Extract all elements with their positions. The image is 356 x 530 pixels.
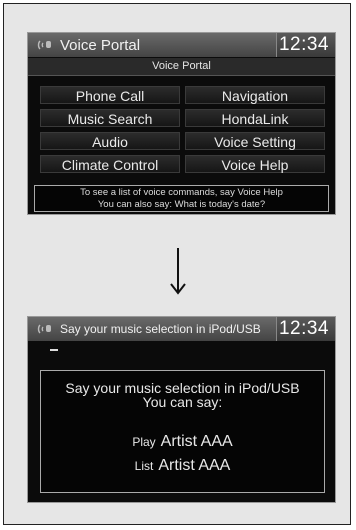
hint-box: To see a list of voice commands, say Voi… [34, 185, 329, 212]
message-line-2: You can say: [142, 394, 223, 410]
hint-line-2: You can also say: What is today's date? [97, 199, 266, 210]
title-bar: Voice Portal 12:34 [28, 33, 335, 57]
title-tab: Say your music selection in iPod/USB [28, 317, 277, 341]
example-command: List Artist AAA [41, 457, 324, 475]
screen-title: Say your music selection in iPod/USB [60, 322, 261, 336]
message-text: Say your music selection in iPod/USB You… [41, 381, 324, 409]
message-line-1: Say your music selection in iPod/USB [65, 380, 300, 396]
example-verb: Play [132, 435, 156, 449]
title-bar: Say your music selection in iPod/USB 12:… [28, 317, 335, 341]
audio-button[interactable]: Audio [40, 132, 180, 150]
example-object: Artist AAA [160, 433, 233, 450]
clock: 12:34 [278, 318, 329, 339]
screen-title: Voice Portal [60, 36, 141, 54]
hondalink-button[interactable]: HondaLink [185, 109, 325, 127]
hint-line-1: To see a list of voice commands, say Voi… [80, 187, 283, 198]
music-search-button[interactable]: Music Search [40, 109, 180, 127]
example-verb: List [134, 459, 154, 473]
climate-control-button[interactable]: Climate Control [40, 155, 180, 173]
command-grid: Phone Call Navigation Music Search Honda… [40, 86, 325, 173]
music-selection-screen: Say your music selection in iPod/USB 12:… [27, 316, 336, 503]
example-object: Artist AAA [158, 457, 231, 474]
navigation-button[interactable]: Navigation [185, 86, 325, 104]
voice-help-button[interactable]: Voice Help [185, 155, 325, 173]
clock: 12:34 [278, 34, 329, 55]
title-tab: Voice Portal [28, 33, 277, 57]
phone-call-button[interactable]: Phone Call [40, 86, 180, 104]
voice-setting-button[interactable]: Voice Setting [185, 132, 325, 150]
status-dash [50, 349, 58, 351]
message-box: Say your music selection in iPod/USB You… [40, 370, 325, 493]
microphone-icon [36, 322, 54, 336]
microphone-icon [36, 38, 54, 52]
voice-portal-screen: Voice Portal 12:34 Voice Portal Phone Ca… [27, 32, 336, 215]
subheader: Voice Portal [28, 58, 335, 76]
example-command: Play Artist AAA [41, 433, 324, 451]
arrow-down-icon [168, 246, 188, 296]
